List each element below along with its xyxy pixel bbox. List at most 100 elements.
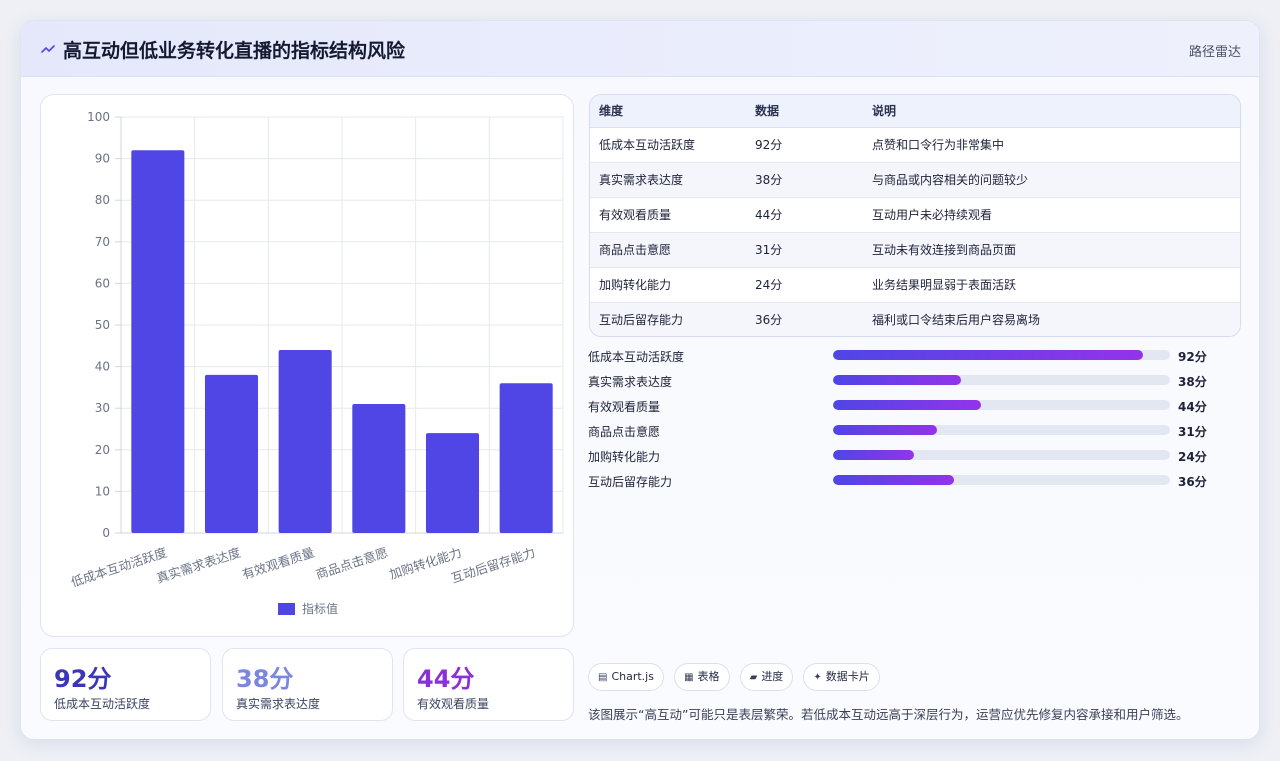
bar-chart: 0 10 20 30 40 50 60 70 80 90 100 低成本互动活跃度真实需求表达度有效观…: [69, 110, 564, 616]
cell-data: 92分: [746, 127, 863, 163]
stat-label: 有效观看质量: [417, 697, 490, 711]
cell-note: 互动未有效连接到商品页面: [863, 232, 1240, 268]
y-tick-label: 40: [95, 360, 110, 374]
cell-note: 点赞和口令行为非常集中: [863, 127, 1240, 163]
progress-list: 低成本互动活跃度 92分 真实需求表达度 38分 有效观看质量 44分 商品点击…: [588, 345, 1241, 495]
progress-row: 低成本互动活跃度 92分: [588, 345, 1241, 370]
cell-data: 31分: [746, 232, 863, 268]
progress-track: [833, 350, 1170, 360]
progress-row: 真实需求表达度 38分: [588, 370, 1241, 395]
progress-label: 有效观看质量: [588, 400, 661, 414]
pill-label: 数据卡片: [825, 670, 870, 683]
tech-pills: ▤ Chart.js ▦ 表格 ▰ 进度 ✦ 数据卡片: [588, 663, 885, 691]
progress-label: 低成本互动活跃度: [588, 350, 685, 364]
pill-label: 进度: [761, 670, 784, 683]
pill-data-card[interactable]: ✦ 数据卡片: [803, 663, 880, 691]
table-row: 真实需求表达度 38分 与商品或内容相关的问题较少: [590, 162, 1240, 198]
progress-label: 商品点击意愿: [588, 425, 661, 439]
progress-track: [833, 425, 1170, 435]
progress-track: [833, 375, 1170, 385]
cell-note: 互动用户未必持续观看: [863, 197, 1240, 233]
bar-chart-panel: 0 10 20 30 40 50 60 70 80 90 100 低成本互动活跃度 真实需求表达度 有效观…: [40, 94, 574, 637]
x-tick-label: 低成本互动活跃度: [69, 544, 169, 589]
progress-track: [833, 400, 1170, 410]
table-header-row: 维度 数据 说明: [590, 95, 1240, 128]
legend-swatch: [278, 603, 295, 615]
page-title: 高互动但低业务转化直播的指标结构风险: [63, 40, 406, 62]
x-tick-label: 互动后留存能力: [449, 545, 537, 586]
stat-card: 44分 有效观看质量: [403, 648, 574, 721]
cell-dimension: 互动后留存能力: [590, 302, 746, 336]
table-row: 加购转化能力 24分 业务结果明显弱于表面活跃: [590, 267, 1240, 303]
progress-value: 31分: [1178, 425, 1207, 439]
y-tick-label: 30: [95, 401, 110, 415]
legend-label: 指标值: [302, 601, 338, 616]
sparkle-icon: ✦: [813, 672, 822, 683]
bar-2: [204, 374, 259, 533]
dashboard-card: 高互动但低业务转化直播的指标结构风险 路径雷达 0 10 20 30 40 50 60 70 8…: [20, 20, 1260, 740]
x-tick-label: 真实需求表达度: [155, 544, 243, 585]
pill-progress[interactable]: ▰ 进度: [739, 663, 794, 691]
table-icon: ▦: [684, 672, 694, 683]
cell-data: 24分: [746, 267, 863, 303]
progress-track: [833, 450, 1170, 460]
table-row: 有效观看质量 44分 互动用户未必持续观看: [590, 197, 1240, 233]
bar-3: [278, 349, 332, 533]
cell-note: 福利或口令结束后用户容易离场: [863, 302, 1240, 336]
x-tick-label: 商品点击意愿: [314, 545, 390, 582]
cell-dimension: 商品点击意愿: [590, 232, 746, 268]
footnote: 该图展示“高互动”可能只是表层繁荣。若低成本互动远高于深层行为，运营应优先修复内…: [588, 707, 1189, 722]
progress-fill: [833, 425, 938, 435]
stat-label: 真实需求表达度: [236, 697, 321, 711]
stat-card: 38分 真实需求表达度: [222, 648, 393, 721]
progress-value: 24分: [1178, 450, 1207, 464]
bar-4: [352, 404, 406, 533]
stat-value: 92分: [54, 665, 112, 693]
column-header-note: 说明: [863, 95, 1240, 128]
progress-row: 商品点击意愿 31分: [588, 420, 1241, 445]
pill-table[interactable]: ▦ 表格: [674, 663, 730, 691]
y-tick-label: 100: [87, 110, 110, 124]
table-row: 低成本互动活跃度 92分 点赞和口令行为非常集中: [590, 127, 1240, 163]
y-tick-label: 80: [95, 193, 110, 207]
bar-1: [131, 150, 185, 533]
pill-label: Chart.js: [611, 670, 654, 683]
table-row: 互动后留存能力 36分 福利或口令结束后用户容易离场: [590, 302, 1240, 336]
y-tick-label: 60: [95, 276, 110, 290]
progress-label: 互动后留存能力: [588, 475, 673, 489]
data-table: 维度 数据 说明 低成本互动活跃度 92分 点赞和口令行为非常集中 真实需求表达…: [589, 94, 1241, 337]
progress-fill: [833, 375, 962, 385]
progress-value: 36分: [1178, 475, 1207, 489]
progress-fill: [833, 350, 1144, 360]
bar-5: [425, 433, 480, 533]
cell-dimension: 真实需求表达度: [590, 162, 746, 198]
cell-note: 业务结果明显弱于表面活跃: [863, 267, 1240, 303]
progress-label: 真实需求表达度: [588, 375, 673, 389]
progress-icon: ▰: [749, 672, 758, 683]
y-tick-label: 0: [102, 526, 110, 540]
progress-row: 互动后留存能力 36分: [588, 470, 1241, 495]
bar-6: [499, 383, 553, 533]
y-tick-label: 10: [95, 484, 110, 498]
y-tick-label: 90: [95, 152, 110, 166]
column-header-dimension: 维度: [590, 95, 746, 128]
progress-fill: [833, 475, 955, 485]
cell-dimension: 低成本互动活跃度: [590, 127, 746, 163]
progress-track: [833, 475, 1170, 485]
progress-label: 加购转化能力: [588, 450, 661, 464]
y-tick-label: 50: [95, 318, 110, 332]
cell-data: 36分: [746, 302, 863, 336]
column-header-data: 数据: [746, 95, 863, 128]
table-row: 商品点击意愿 31分 互动未有效连接到商品页面: [590, 232, 1240, 268]
stat-label: 低成本互动活跃度: [54, 697, 151, 711]
pill-chartjs[interactable]: ▤ Chart.js: [588, 663, 664, 691]
chart-icon: ▤: [598, 672, 608, 683]
x-tick-label: 有效观看质量: [240, 545, 316, 582]
y-tick-label: 70: [95, 235, 110, 249]
cell-data: 44分: [746, 197, 863, 233]
header-tag: 路径雷达: [1188, 45, 1241, 60]
cell-dimension: 加购转化能力: [590, 267, 746, 303]
progress-row: 有效观看质量 44分: [588, 395, 1241, 420]
wave-icon: [41, 45, 55, 53]
cell-dimension: 有效观看质量: [590, 197, 746, 233]
